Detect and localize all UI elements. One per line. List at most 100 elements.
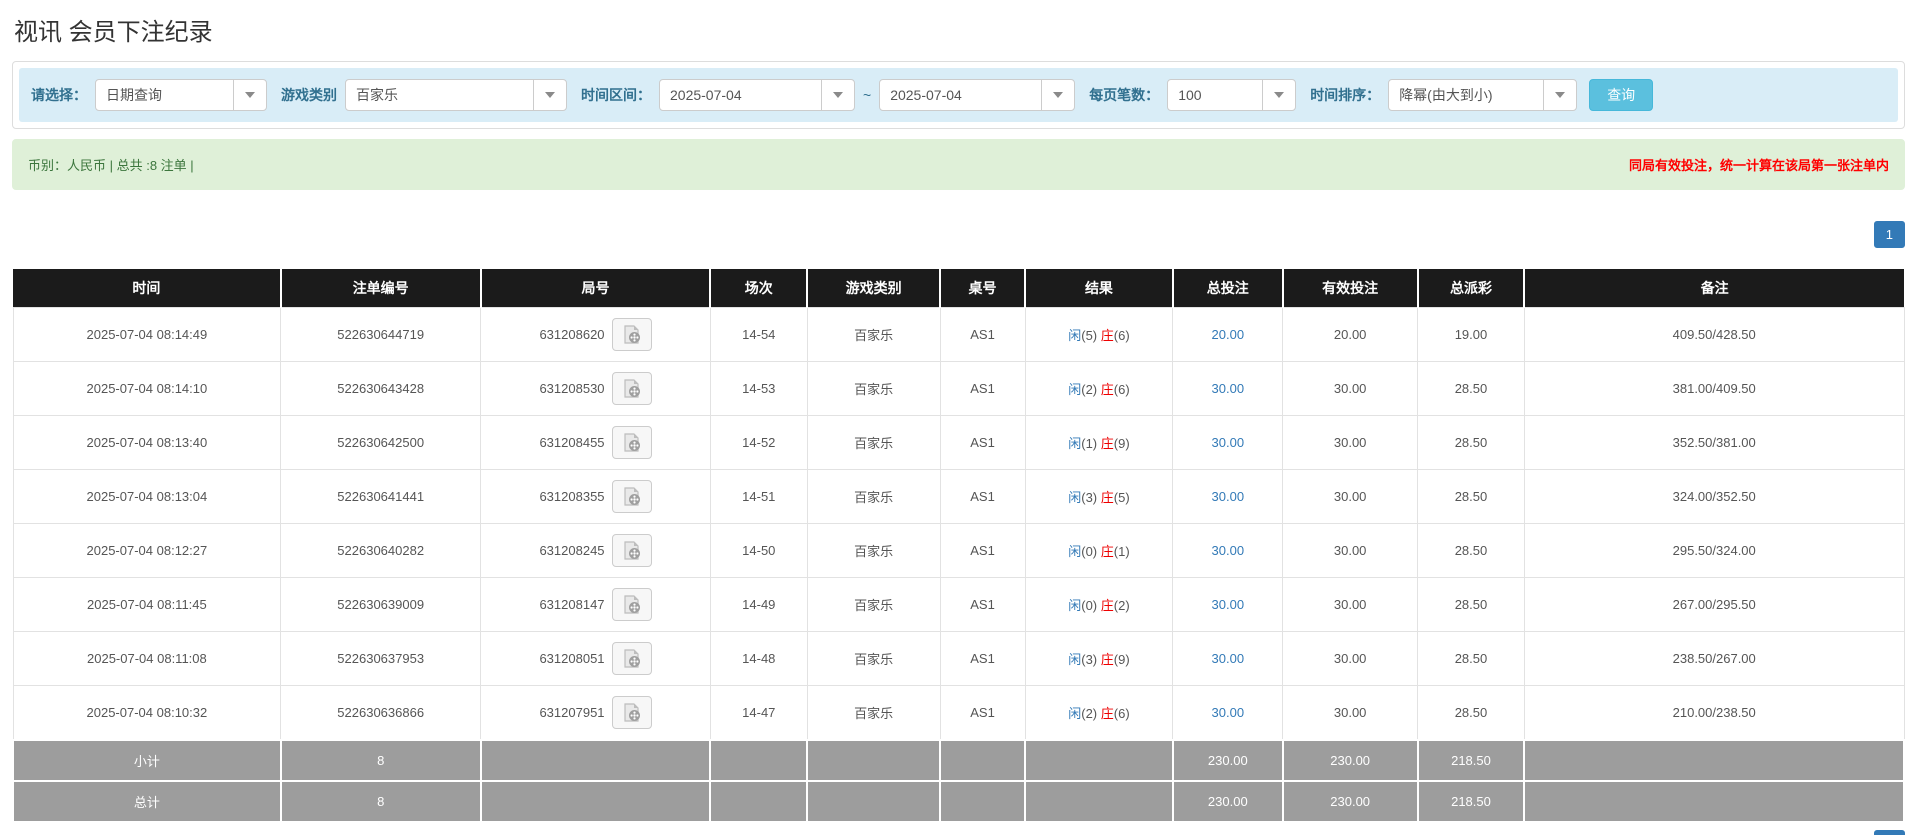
- video-replay-button[interactable]: [611, 642, 652, 675]
- cell-remark: 295.50/324.00: [1523, 523, 1905, 578]
- video-replay-button[interactable]: [611, 588, 652, 621]
- cell-remark: 381.00/409.50: [1523, 361, 1905, 416]
- cell-total-bet: 30.00: [1172, 415, 1284, 470]
- page-1-button-bottom[interactable]: 1: [1873, 830, 1905, 835]
- col-total-bet: 总投注: [1171, 269, 1283, 308]
- cell-table-no: AS1: [939, 415, 1026, 470]
- col-session: 场次: [709, 269, 808, 308]
- cell-total-bet: 30.00: [1172, 361, 1284, 416]
- cell-payout: 28.50: [1417, 577, 1525, 632]
- cell-game-type: 百家乐: [806, 307, 941, 362]
- video-replay-button[interactable]: [611, 372, 652, 405]
- table-row: 2025-07-04 08:10:32 522630636866 6312079…: [12, 685, 1905, 741]
- total-bet-link[interactable]: 30.00: [1212, 651, 1245, 666]
- total-bet-link[interactable]: 20.00: [1212, 327, 1245, 342]
- total-bet-link[interactable]: 30.00: [1212, 543, 1245, 558]
- page-1-button[interactable]: 1: [1873, 221, 1905, 248]
- result-banker-label: 庄: [1100, 436, 1114, 451]
- video-replay-button[interactable]: [611, 318, 652, 351]
- cell-valid-bet: 20.00: [1282, 307, 1419, 362]
- game-type-select[interactable]: 百家乐: [345, 79, 567, 111]
- time-range-label: 时间区间：: [581, 87, 651, 103]
- result-banker-value: (9): [1113, 652, 1130, 667]
- col-valid-bet: 有效投注: [1281, 269, 1418, 308]
- cell-total-bet: 30.00: [1172, 685, 1284, 741]
- result-banker-label: 庄: [1100, 598, 1114, 613]
- video-replay-button[interactable]: [611, 480, 652, 513]
- result-player-value: (0): [1081, 544, 1098, 559]
- cell-time: 2025-07-04 08:11:08: [12, 631, 282, 686]
- chevron-down-icon: [233, 80, 266, 110]
- cell-remark: 210.00/238.50: [1523, 685, 1905, 741]
- cell-result: 闲(5) 庄(6): [1024, 307, 1174, 362]
- cell-session: 14-48: [709, 631, 808, 686]
- cell-remark: 352.50/381.00: [1523, 415, 1905, 470]
- cell-game-type: 百家乐: [806, 577, 941, 632]
- total-row: 总计 8 230.00 230.00 218.50: [12, 780, 1905, 823]
- cell-round-id: 631208245: [480, 523, 711, 578]
- cell-payout: 28.50: [1417, 523, 1525, 578]
- per-page-label: 每页笔数：: [1089, 87, 1160, 103]
- time-sort-label: 时间排序：: [1310, 87, 1381, 103]
- cell-time: 2025-07-04 08:11:45: [12, 577, 282, 632]
- select-type-label: 请选择：: [31, 87, 87, 103]
- cell-session: 14-53: [709, 361, 808, 416]
- cell-round-id: 631208530: [480, 361, 711, 416]
- per-page-select[interactable]: 100: [1167, 79, 1297, 111]
- date-to-select[interactable]: 2025-07-04: [879, 79, 1076, 111]
- cell-bet-id: 522630643428: [280, 361, 482, 416]
- cell-table-no: AS1: [939, 361, 1026, 416]
- result-player-label: 闲: [1068, 490, 1082, 505]
- subtotal-total-bet: 230.00: [1171, 739, 1284, 782]
- total-bet-link[interactable]: 30.00: [1212, 705, 1245, 720]
- table-row: 2025-07-04 08:14:49 522630644719 6312086…: [12, 307, 1905, 362]
- cell-round-id: 631208147: [480, 577, 711, 632]
- table-row: 2025-07-04 08:14:10 522630643428 6312085…: [12, 361, 1905, 416]
- query-button[interactable]: 查询: [1589, 79, 1654, 111]
- bet-records-table: 时间 注单编号 局号 场次 游戏类别 桌号 结果 总投注 有效投注 总派彩 备注…: [12, 269, 1905, 823]
- cell-result: 闲(2) 庄(6): [1024, 685, 1174, 741]
- result-banker-label: 庄: [1100, 706, 1114, 721]
- filter-bar: 请选择： 日期查询 游戏类别 百家乐 时间区间： 2025-07-04 ~ 20…: [19, 68, 1898, 122]
- cell-session: 14-49: [709, 577, 808, 632]
- result-banker-value: (5): [1113, 490, 1130, 505]
- cell-total-bet: 30.00: [1172, 469, 1284, 524]
- cell-session: 14-47: [709, 685, 808, 741]
- round-id-text: 631208355: [539, 489, 605, 504]
- game-type-value: 百家乐: [356, 87, 398, 103]
- time-sort-select[interactable]: 降幂(由大到小): [1388, 79, 1578, 111]
- result-banker-label: 庄: [1100, 652, 1114, 667]
- date-from-select[interactable]: 2025-07-04: [659, 79, 855, 111]
- total-bet-link[interactable]: 30.00: [1212, 489, 1245, 504]
- subtotal-payout: 218.50: [1416, 739, 1526, 782]
- video-replay-button[interactable]: [611, 426, 652, 459]
- cell-table-no: AS1: [939, 469, 1026, 524]
- result-player-value: (3): [1081, 490, 1098, 505]
- total-total-bet: 230.00: [1171, 780, 1284, 823]
- cell-round-id: 631207951: [480, 685, 711, 741]
- result-player-label: 闲: [1068, 328, 1082, 343]
- video-replay-button[interactable]: [611, 696, 652, 729]
- cell-round-id: 631208355: [480, 469, 711, 524]
- col-remark: 备注: [1523, 269, 1904, 308]
- cell-payout: 28.50: [1417, 631, 1525, 686]
- cell-result: 闲(1) 庄(9): [1024, 415, 1174, 470]
- cell-game-type: 百家乐: [806, 685, 941, 741]
- query-type-select[interactable]: 日期查询: [95, 79, 267, 111]
- cell-session: 14-50: [709, 523, 808, 578]
- table-row: 2025-07-04 08:12:27 522630640282 6312082…: [12, 523, 1905, 578]
- total-bet-link[interactable]: 30.00: [1212, 597, 1245, 612]
- total-bet-link[interactable]: 30.00: [1212, 435, 1245, 450]
- chevron-down-icon: [1262, 80, 1295, 110]
- cell-game-type: 百家乐: [806, 523, 941, 578]
- total-bet-link[interactable]: 30.00: [1212, 381, 1245, 396]
- range-tilde: ~: [863, 87, 872, 103]
- cell-time: 2025-07-04 08:13:04: [12, 469, 282, 524]
- video-replay-button[interactable]: [611, 534, 652, 567]
- total-count: 8: [279, 780, 482, 823]
- pagination-top: 1: [12, 221, 1905, 248]
- video-replay-icon: [623, 487, 640, 506]
- cell-total-bet: 30.00: [1172, 631, 1284, 686]
- col-result: 结果: [1024, 269, 1173, 308]
- cell-total-bet: 30.00: [1172, 523, 1284, 578]
